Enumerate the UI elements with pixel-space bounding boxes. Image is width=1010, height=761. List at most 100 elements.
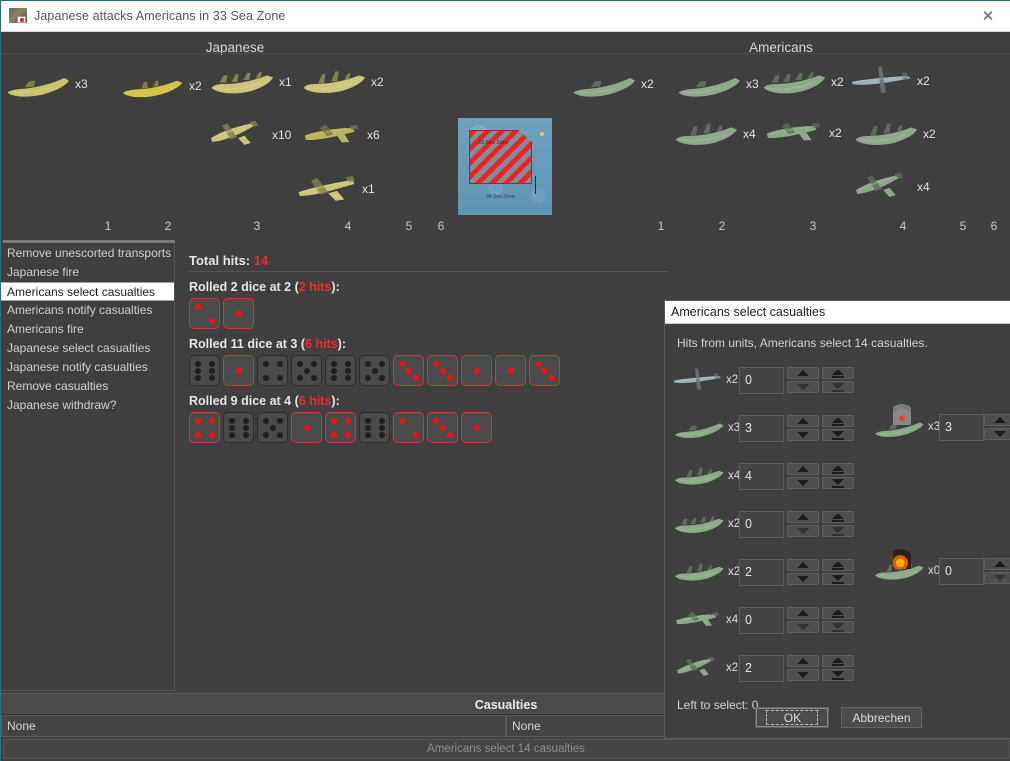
casualty-cruiser-decrement-button[interactable] xyxy=(787,525,819,537)
step-item[interactable]: Americans fire xyxy=(1,320,174,339)
casualty-fighter-spinner[interactable]: 0 xyxy=(739,607,854,634)
attacker-power-4: 4 xyxy=(345,219,352,233)
casualty-unit-transport-damaged: x3 xyxy=(873,412,939,442)
attacker-unit-destroyer: x2 xyxy=(119,68,202,104)
die-miss xyxy=(291,355,322,386)
ok-button[interactable]: OK xyxy=(755,707,829,728)
roll-label-suffix: ): xyxy=(338,337,346,351)
battle-body: Japanese Americans x3x2x1x2x10x6x1 x2x3x… xyxy=(1,32,1010,761)
casualty-battleship-increment-button[interactable] xyxy=(787,559,819,571)
zone-label-secondary: 34 Sea Zone xyxy=(486,194,515,200)
casualty-cruiser-value[interactable]: 0 xyxy=(739,511,784,538)
attacker-unit-battleship: x2 xyxy=(301,64,384,100)
casualty-row: x44 xyxy=(673,452,1010,500)
casualty-battleship-damaged-increment-button[interactable] xyxy=(984,558,1010,570)
fighter-count: x2 xyxy=(829,126,842,140)
casualty-fighter-increment-button[interactable] xyxy=(787,607,819,619)
steps-scroll-thumb[interactable] xyxy=(3,240,175,243)
casualty-fighter-value[interactable]: 2 xyxy=(739,655,784,682)
casualty-destroyer-value[interactable]: 4 xyxy=(739,463,784,490)
step-item[interactable]: Americans select casualties xyxy=(1,282,174,301)
casualty-transport-max-button[interactable] xyxy=(822,415,854,427)
step-item[interactable]: Japanese select casualties xyxy=(1,339,174,358)
step-item[interactable]: Americans notify casualties xyxy=(1,301,174,320)
casualty-fighter-value[interactable]: 0 xyxy=(739,607,784,634)
step-item[interactable]: Japanese notify casualties xyxy=(1,358,174,377)
casualty-destroyer-min-button[interactable] xyxy=(822,477,854,489)
power-scale-row: 123456123456 xyxy=(1,219,1010,241)
map-thumbnail[interactable]: 33 Sea Zone 34 Sea Zone xyxy=(458,118,552,215)
casualty-fighter-decrement-button[interactable] xyxy=(787,381,819,393)
casualty-destroyer-max-button[interactable] xyxy=(822,463,854,475)
fighter-icon xyxy=(206,116,268,154)
die-hit xyxy=(427,355,458,386)
casualty-battleship-min-button[interactable] xyxy=(822,573,854,585)
casualty-cruiser-max-button[interactable] xyxy=(822,511,854,523)
casualty-battleship-value[interactable]: 2 xyxy=(739,559,784,586)
step-item[interactable]: Remove unescorted transports xyxy=(1,244,174,263)
bomber-icon xyxy=(296,170,358,208)
casualty-battleship-damaged-value[interactable]: 0 xyxy=(939,558,984,585)
casualty-transport-damaged-decrement-button[interactable] xyxy=(984,428,1010,440)
casualty-fighter-increment-button[interactable] xyxy=(787,367,819,379)
die-hit xyxy=(223,298,254,329)
battle-steps-list[interactable]: Remove unescorted transportsJapanese fir… xyxy=(1,241,175,691)
casualty-unit-fighter-icon xyxy=(673,605,723,635)
casualty-fighter-max-button[interactable] xyxy=(822,655,854,667)
casualty-fighter-decrement-button[interactable] xyxy=(787,669,819,681)
die-hit xyxy=(189,298,220,329)
step-item[interactable]: Remove casualties xyxy=(1,377,174,396)
battleship-count: x2 xyxy=(923,127,936,141)
casualty-fighter-value[interactable]: 0 xyxy=(739,367,784,394)
carrier-count: x1 xyxy=(279,75,292,89)
cancel-button[interactable]: Abbrechen xyxy=(841,707,921,728)
casualty-fighter-spinner[interactable]: 2 xyxy=(739,655,854,682)
casualty-fighter-max-button[interactable] xyxy=(822,367,854,379)
casualty-destroyer-spinner[interactable]: 4 xyxy=(739,463,854,490)
casualty-battleship-damaged-spinner[interactable]: 0 xyxy=(939,558,1010,585)
casualty-cruiser-spinner[interactable]: 0 xyxy=(739,511,854,538)
casualty-fighter-min-button[interactable] xyxy=(822,381,854,393)
fighter-icon xyxy=(851,168,913,206)
casualty-transport-min-button[interactable] xyxy=(822,429,854,441)
attacker-unit-bomber: x1 xyxy=(296,170,375,208)
casualty-cruiser-increment-button[interactable] xyxy=(787,511,819,523)
casualty-unit-fighter: x2 xyxy=(673,653,739,683)
roll-hits-count: 6 hits xyxy=(305,337,338,351)
attacker-unit-submarine: x3 xyxy=(5,66,88,102)
casualty-fighter-decrement-button[interactable] xyxy=(787,621,819,633)
casualty-transport-value[interactable]: 3 xyxy=(739,415,784,442)
casualty-transport-damaged-spinner[interactable]: 3 xyxy=(939,414,1010,441)
casualty-battleship-decrement-button[interactable] xyxy=(787,573,819,585)
die-miss xyxy=(359,412,390,443)
casualty-fighter-min-button[interactable] xyxy=(822,621,854,633)
defender-unit-fighter: x2 xyxy=(763,114,842,152)
roll-hits-count: 6 hits xyxy=(299,394,332,408)
step-item[interactable]: Japanese withdraw? xyxy=(1,396,174,415)
casualty-transport-damaged-increment-button[interactable] xyxy=(984,414,1010,426)
close-icon[interactable]: ✕ xyxy=(965,1,1010,31)
defender-unit-fighter: x4 xyxy=(851,168,930,206)
casualty-fighter-increment-button[interactable] xyxy=(787,655,819,667)
casualty-unit-battleship: x2 xyxy=(673,557,739,587)
casualty-transport-spinner[interactable]: 3 xyxy=(739,415,854,442)
attacker-power-6: 6 xyxy=(438,219,445,233)
battle-window: Japanese attacks Americans in 33 Sea Zon… xyxy=(0,0,1010,761)
title-bar: Japanese attacks Americans in 33 Sea Zon… xyxy=(1,1,1010,32)
casualty-fighter-spinner[interactable]: 0 xyxy=(739,367,854,394)
casualty-cruiser-min-button[interactable] xyxy=(822,525,854,537)
casualty-fighter-min-button[interactable] xyxy=(822,669,854,681)
roll-label-text: Rolled 11 dice at 3 ( xyxy=(189,337,305,351)
casualty-destroyer-decrement-button[interactable] xyxy=(787,477,819,489)
casualty-battleship-spinner[interactable]: 2 xyxy=(739,559,854,586)
casualty-battleship-max-button[interactable] xyxy=(822,559,854,571)
casualty-transport-increment-button[interactable] xyxy=(787,415,819,427)
fighter-icon xyxy=(851,62,913,100)
casualty-battleship-damaged-decrement-button[interactable] xyxy=(984,572,1010,584)
casualty-unit-fighter: x4 xyxy=(673,605,739,635)
casualty-fighter-max-button[interactable] xyxy=(822,607,854,619)
casualty-destroyer-increment-button[interactable] xyxy=(787,463,819,475)
casualty-transport-damaged-value[interactable]: 3 xyxy=(939,414,984,441)
step-item[interactable]: Japanese fire xyxy=(1,263,174,282)
casualty-transport-decrement-button[interactable] xyxy=(787,429,819,441)
